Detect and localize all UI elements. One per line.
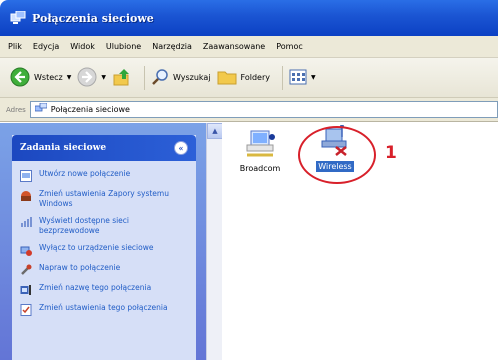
lan-connection-icon xyxy=(243,130,277,161)
folders-label: Foldery xyxy=(240,73,271,82)
network-connections-icon xyxy=(10,10,26,25)
connections-area: Broadcom Wireless 1 xyxy=(222,123,498,360)
folder-icon xyxy=(217,68,237,88)
chevron-down-icon[interactable]: ▼ xyxy=(67,74,72,81)
scroll-up-arrow-icon[interactable]: ▲ xyxy=(207,123,223,139)
chevron-down-icon[interactable]: ▼ xyxy=(101,74,106,81)
menu-view[interactable]: Widok xyxy=(70,42,95,51)
highlight-circle xyxy=(298,126,376,184)
window-title: Połączenia sieciowe xyxy=(32,11,154,25)
view-grid-icon xyxy=(289,69,307,87)
forward-arrow-icon xyxy=(77,67,97,89)
address-field[interactable]: Połączenia sieciowe xyxy=(29,101,498,118)
chevron-down-icon[interactable]: ▼ xyxy=(311,74,316,81)
menu-edit[interactable]: Edycja xyxy=(33,42,59,51)
back-button[interactable]: Wstecz ▼ xyxy=(10,67,71,89)
address-bar: Adres Połączenia sieciowe xyxy=(0,98,498,122)
back-arrow-icon xyxy=(10,67,30,89)
network-tasks-panel: Zadania sieciowe « Utwórz nowe połączeni… xyxy=(12,135,196,360)
disable-device-icon xyxy=(20,244,32,256)
callout-number: 1 xyxy=(385,143,397,163)
vertical-scrollbar[interactable]: ▲ xyxy=(206,123,223,360)
folders-button[interactable]: Foldery xyxy=(217,68,270,88)
wireless-networks-icon xyxy=(20,217,32,229)
folder-up-icon xyxy=(112,67,132,89)
menu-tools[interactable]: Narzędzia xyxy=(152,42,192,51)
toolbar-separator xyxy=(143,65,145,90)
collapse-icon[interactable]: « xyxy=(174,141,188,155)
firewall-icon xyxy=(20,190,32,202)
task-list: Utwórz nowe połączenie Zmień ustawienia … xyxy=(12,161,196,316)
menu-help[interactable]: Pomoc xyxy=(276,42,303,51)
toolbar: Wstecz ▼ ▼ Wyszukaj Foldery ▼ xyxy=(0,58,498,98)
search-icon xyxy=(151,68,169,88)
address-label: Adres xyxy=(6,105,26,114)
title-bar: Połączenia sieciowe xyxy=(0,0,498,36)
toolbar-separator xyxy=(282,65,284,90)
task-repair-connection[interactable]: Napraw to połączenie xyxy=(20,263,190,276)
menu-file[interactable]: Plik xyxy=(8,42,22,51)
repair-icon xyxy=(20,264,32,276)
task-disable-device[interactable]: Wyłącz to urządzenie sieciowe xyxy=(20,243,190,256)
tasks-header[interactable]: Zadania sieciowe « xyxy=(12,135,196,161)
task-connection-settings[interactable]: Zmień ustawienia tego połączenia xyxy=(20,303,190,316)
network-connections-icon xyxy=(34,102,48,116)
tasks-title: Zadania sieciowe xyxy=(20,143,107,153)
task-firewall-settings[interactable]: Zmień ustawienia Zapory systemu Windows xyxy=(20,189,190,209)
task-create-connection[interactable]: Utwórz nowe połączenie xyxy=(20,169,190,182)
search-label: Wyszukaj xyxy=(172,73,211,82)
connection-broadcom[interactable]: Broadcom xyxy=(236,129,284,174)
forward-button[interactable]: ▼ xyxy=(77,67,106,89)
views-button[interactable]: ▼ xyxy=(289,69,316,87)
menu-advanced[interactable]: Zaawansowane xyxy=(203,42,265,51)
task-view-wireless[interactable]: Wyświetl dostępne sieci bezprzewodowe xyxy=(20,216,190,236)
new-connection-icon xyxy=(20,170,32,182)
menu-favorites[interactable]: Ulubione xyxy=(106,42,141,51)
search-button[interactable]: Wyszukaj xyxy=(151,68,211,88)
rename-icon xyxy=(20,284,32,296)
connection-label: Broadcom xyxy=(239,164,281,173)
task-rename-connection[interactable]: Zmień nazwę tego połączenia xyxy=(20,283,190,296)
address-value: Połączenia sieciowe xyxy=(50,105,130,114)
properties-icon xyxy=(20,304,32,316)
back-label: Wstecz xyxy=(34,73,63,82)
menu-bar: Plik Edycja Widok Ulubione Narzędzia Zaa… xyxy=(0,36,498,58)
up-folder-button[interactable] xyxy=(112,67,132,89)
task-pane: Zadania sieciowe « Utwórz nowe połączeni… xyxy=(0,123,206,360)
